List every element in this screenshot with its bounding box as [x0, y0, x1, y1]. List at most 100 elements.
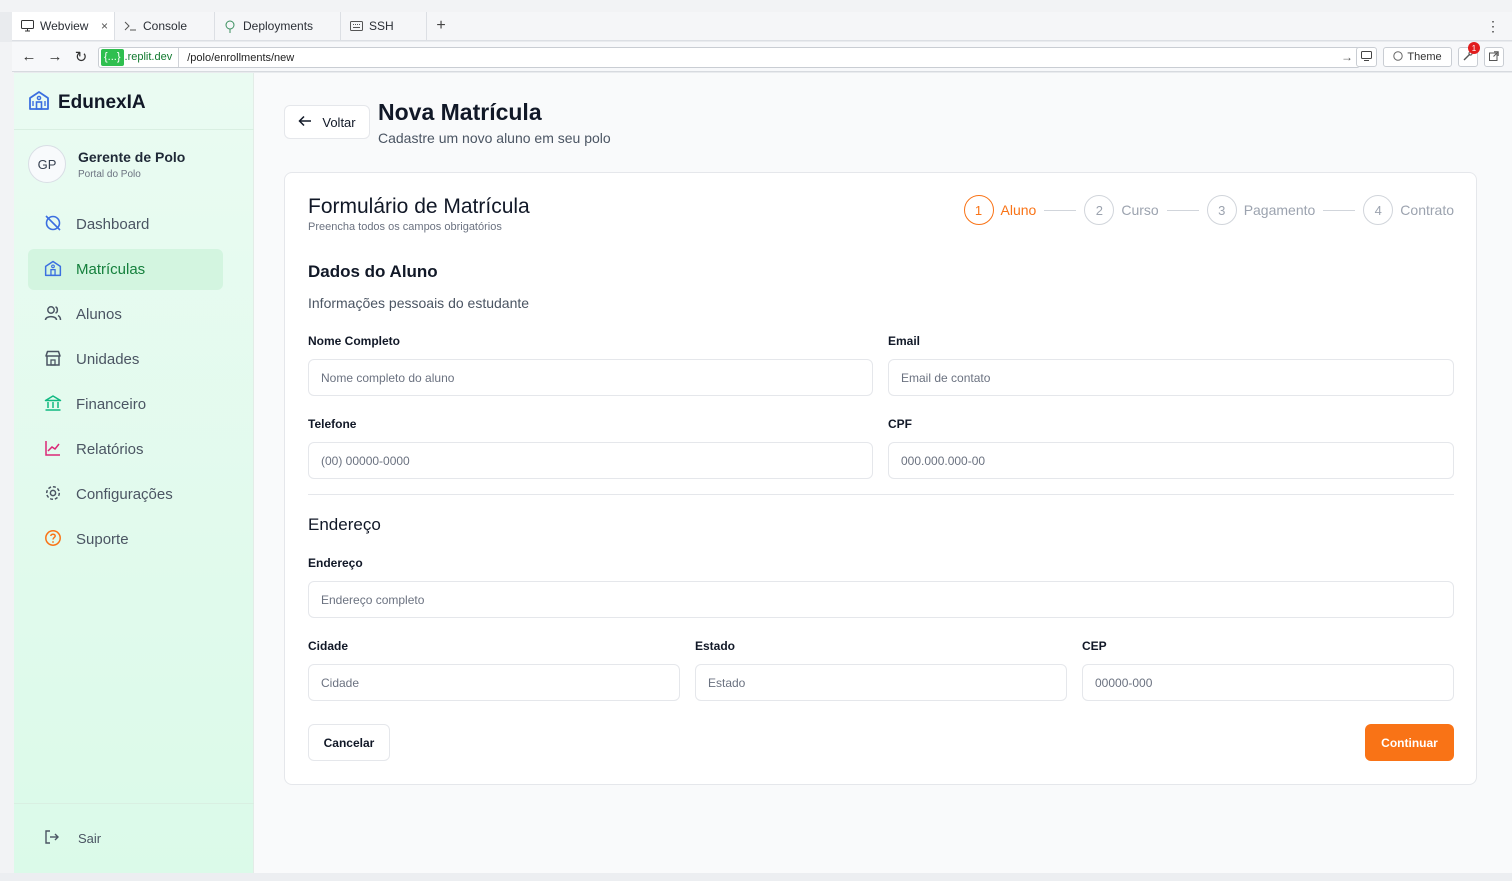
cancel-button[interactable]: Cancelar	[308, 724, 390, 761]
section-description-student: Informações pessoais do estudante	[308, 295, 530, 311]
tab-label: Webview	[40, 19, 89, 33]
sidebar-item-relatorios[interactable]: Relatórios	[28, 429, 223, 470]
sidebar-item-matriculas[interactable]: Matrículas	[28, 249, 223, 290]
brand[interactable]: EdunexIA	[28, 89, 146, 117]
sidebar-nav: Dashboard Matrículas Alunos Unidades Fin…	[28, 204, 223, 564]
divider	[14, 129, 254, 130]
url-host-badge: {...}	[101, 49, 124, 66]
keyboard-icon	[349, 19, 363, 33]
enrollments-icon	[44, 259, 62, 281]
sidebar-item-label: Configurações	[76, 486, 173, 503]
cpf-label: CPF	[888, 417, 912, 431]
avatar: GP	[28, 145, 66, 183]
sidebar-item-label: Alunos	[76, 306, 122, 323]
step-label: Aluno	[1000, 202, 1037, 218]
zip-label: CEP	[1082, 639, 1107, 653]
help-circle-icon	[44, 529, 62, 551]
reload-icon[interactable]: ↻	[68, 44, 94, 70]
sidebar-item-configuracoes[interactable]: Configurações	[28, 474, 223, 515]
state-label: Estado	[695, 639, 736, 653]
sidebar-item-financeiro[interactable]: Financeiro	[28, 384, 223, 425]
url-field[interactable]: {...} .replit.dev /polo/enrollments/new …	[98, 47, 1360, 68]
name-label: Nome Completo	[308, 334, 401, 348]
step-aluno: 1 Aluno	[963, 195, 1037, 225]
sidebar-item-label: Unidades	[76, 351, 140, 368]
window-bottom-strip	[0, 873, 1512, 881]
step-connector	[1044, 209, 1077, 211]
open-external-button[interactable]	[1484, 47, 1504, 67]
continue-button[interactable]: Continuar	[1365, 724, 1454, 761]
theme-label: Theme	[1407, 51, 1442, 63]
form-subtitle: Preencha todos os campos obrigatórios	[308, 221, 502, 233]
sidebar-item-alunos[interactable]: Alunos	[28, 294, 223, 335]
sidebar-item-label: Dashboard	[76, 216, 150, 233]
forward-arrow-icon[interactable]: →	[42, 44, 68, 70]
users-icon	[44, 304, 62, 326]
terminal-icon	[123, 19, 137, 33]
tab-label: SSH	[369, 19, 394, 33]
step-label: Curso	[1121, 202, 1159, 218]
store-icon	[44, 349, 62, 371]
devtools-button[interactable]: 1	[1458, 42, 1480, 67]
divider	[308, 494, 1454, 495]
tab-ssh[interactable]: SSH	[341, 12, 427, 40]
email-label: Email	[888, 334, 921, 348]
city-label: Cidade	[308, 639, 349, 653]
go-arrow-icon[interactable]: →	[1341, 50, 1353, 64]
cpf-input[interactable]	[888, 442, 1454, 479]
monitor-icon	[20, 19, 34, 33]
step-contrato: 4 Contrato	[1363, 195, 1454, 225]
phone-label: Telefone	[308, 417, 357, 431]
stepper: 1 Aluno 2 Curso 3 Pagamento 4 Contrato	[963, 195, 1454, 225]
page-title: Nova Matrícula	[378, 99, 542, 125]
form-title: Formulário de Matrícula	[308, 195, 530, 218]
new-tab-button[interactable]: +	[427, 12, 455, 40]
logout-label: Sair	[78, 831, 102, 846]
theme-button[interactable]: Theme	[1383, 47, 1452, 67]
step-label: Pagamento	[1243, 202, 1316, 218]
school-icon	[28, 89, 50, 117]
url-domain: .replit.dev	[124, 48, 180, 67]
step-number: 2	[1084, 195, 1115, 225]
notification-badge: 1	[1468, 42, 1480, 54]
phone-input[interactable]	[308, 442, 873, 479]
logout-button[interactable]: Sair	[44, 829, 101, 848]
sidebar-item-label: Relatórios	[76, 441, 144, 458]
user-name: Gerente de Polo	[78, 148, 186, 165]
tab-deployments[interactable]: Deployments	[215, 12, 341, 40]
user-profile[interactable]: GP Gerente de Polo Portal do Polo	[28, 145, 185, 183]
tab-label: Deployments	[243, 19, 314, 33]
bank-icon	[44, 394, 62, 416]
browser-tab-bar: Webview × Console Deployments SSH + ⋮	[12, 12, 1512, 41]
step-curso: 2 Curso	[1084, 195, 1159, 225]
sidebar-item-suporte[interactable]: Suporte	[28, 519, 223, 560]
gear-icon	[44, 484, 62, 506]
address-bar-actions: Theme 1	[1356, 42, 1504, 67]
sidebar-item-dashboard[interactable]: Dashboard	[28, 204, 223, 245]
divider	[14, 803, 254, 804]
city-input[interactable]	[308, 664, 680, 701]
tab-webview[interactable]: Webview ×	[12, 12, 115, 40]
close-icon[interactable]: ×	[101, 19, 108, 33]
user-role: Portal do Polo	[78, 168, 141, 180]
section-title-address: Endereço	[308, 515, 381, 534]
back-label: Voltar	[322, 114, 356, 130]
tab-console[interactable]: Console	[115, 12, 215, 40]
back-button[interactable]: Voltar	[284, 105, 370, 139]
section-title-student: Dados do Aluno	[308, 262, 438, 281]
email-input[interactable]	[888, 359, 1454, 396]
more-vertical-icon[interactable]: ⋮	[1486, 18, 1500, 35]
zip-input[interactable]	[1082, 664, 1454, 701]
device-preview-button[interactable]	[1356, 47, 1377, 67]
name-input[interactable]	[308, 359, 873, 396]
step-number: 4	[1363, 195, 1394, 225]
logout-icon	[44, 829, 60, 848]
brand-name: EdunexIA	[58, 92, 146, 113]
step-number: 3	[1206, 195, 1237, 225]
address-bar: ← → ↻ {...} .replit.dev /polo/enrollment…	[12, 42, 1512, 72]
state-input[interactable]	[695, 664, 1067, 701]
sidebar-item-unidades[interactable]: Unidades	[28, 339, 223, 380]
address-input[interactable]	[308, 581, 1454, 618]
back-arrow-icon[interactable]: ←	[16, 44, 42, 70]
chart-line-icon	[44, 439, 62, 461]
